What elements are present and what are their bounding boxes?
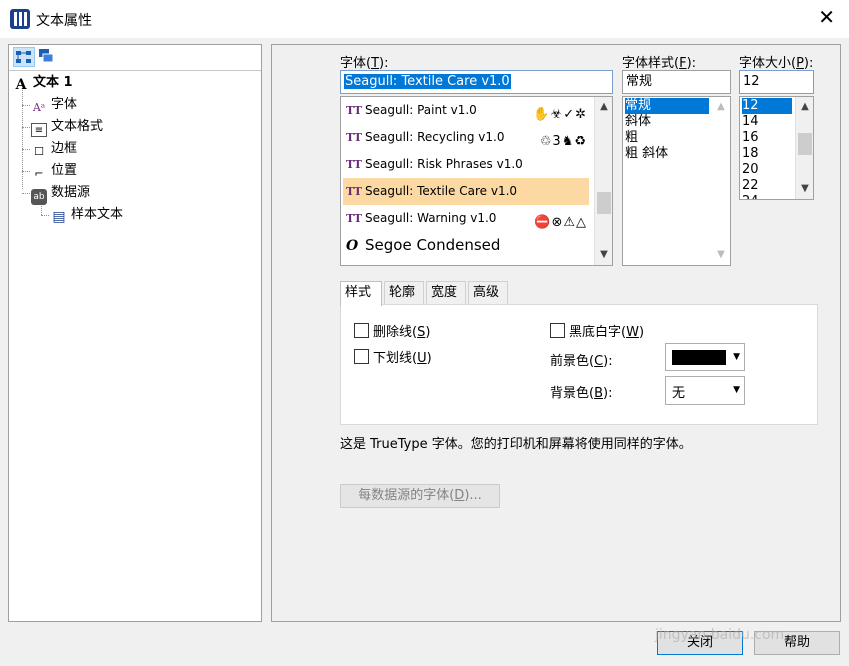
tree-item-datasource[interactable]: ab 数据源 xyxy=(31,183,91,205)
tab-outline[interactable]: 轮廓 xyxy=(384,281,424,304)
font-size-input[interactable]: 12 xyxy=(739,70,814,94)
scroll-down-icon[interactable]: ▼ xyxy=(712,247,730,263)
reverse-label[interactable]: 黑底白字(W) xyxy=(569,321,644,340)
font-list[interactable]: TT Seagull: Paint v1.0 ✋☣✓✲ TT Seagull: Rec… xyxy=(340,96,613,266)
truetype-icon: TT xyxy=(346,185,362,198)
truetype-icon: TT xyxy=(346,104,362,117)
size-option[interactable]: 18 xyxy=(742,146,759,162)
background-color-label: 背景色(B): xyxy=(550,386,613,401)
tree-item-font[interactable]: Aᵃ 字体 xyxy=(31,95,77,115)
position-icon: ⌐ xyxy=(34,167,44,180)
chevron-down-icon: ▼ xyxy=(733,352,740,362)
tree-view-icon xyxy=(16,51,31,63)
size-option[interactable]: 22 xyxy=(742,178,759,194)
font-settings-panel: 字体(T): Seagull: Textile Care v1.0 TT Seag… xyxy=(271,44,841,622)
background-color-dropdown[interactable]: 无 ▼ xyxy=(665,376,745,405)
tree-item-label: 位置 xyxy=(51,163,78,178)
truetype-icon: TT xyxy=(346,131,362,144)
scroll-down-icon[interactable]: ▼ xyxy=(796,181,813,197)
border-icon: ☐ xyxy=(34,145,44,158)
bartender-app-icon xyxy=(10,9,30,29)
size-option[interactable]: 16 xyxy=(742,130,759,146)
tree-item-label: 数据源 xyxy=(51,185,91,200)
style-tab-page: 删除线(S) 下划线(U) 黑底白字(W) 前景色(C): ▼ 背景色(B): … xyxy=(340,304,818,425)
truetype-icon: TT xyxy=(346,212,362,225)
font-list-item[interactable]: TT Seagull: Warning v1.0 ⛔⊗⚠△ xyxy=(343,205,589,232)
layers-icon xyxy=(39,49,54,63)
tab-width[interactable]: 宽度 xyxy=(426,281,466,304)
strikethrough-checkbox[interactable] xyxy=(354,323,369,338)
opentype-icon: O xyxy=(346,238,359,254)
size-option[interactable]: 20 xyxy=(742,162,759,178)
scroll-down-icon[interactable]: ▼ xyxy=(595,247,612,263)
tree-item-label: 字体 xyxy=(51,97,78,112)
tree-item-border[interactable]: ☐ 边框 xyxy=(31,139,77,159)
layers-view-button[interactable] xyxy=(37,47,59,67)
font-size-list[interactable]: 12 14 16 18 20 22 24 ▲ ▼ xyxy=(739,96,814,200)
datasource-icon: ab xyxy=(31,189,47,205)
font-name-input[interactable]: Seagull: Textile Care v1.0 xyxy=(340,70,613,94)
property-tree-panel: A 文本 1 Aᵃ 字体 ≡ 文本格式 ☐ 边框 ⌐ 位置 ab 数据源 ▤ 样本文本 xyxy=(8,44,262,622)
per-datasource-font-button[interactable]: 每数据源的字体(D)... xyxy=(340,484,500,508)
font-type-info: 这是 TrueType 字体。您的打印机和屏幕将使用同样的字体。 xyxy=(340,437,692,452)
foreground-color-label: 前景色(C): xyxy=(550,354,613,369)
reverse-checkbox[interactable] xyxy=(550,323,565,338)
style-option[interactable]: 粗 斜体 xyxy=(625,146,668,162)
text-format-icon: ≡ xyxy=(31,123,47,137)
chevron-down-icon: ▼ xyxy=(733,385,740,395)
font-size-label: 字体大小(P): xyxy=(739,56,814,71)
tree-item-label: 文本格式 xyxy=(51,119,104,134)
tree-item-sample-text[interactable]: ▤ 样本文本 xyxy=(51,205,123,225)
size-list-scrollbar[interactable]: ▲ ▼ xyxy=(795,97,813,199)
scroll-up-icon[interactable]: ▲ xyxy=(796,99,813,115)
tree-item-text-format[interactable]: ≡ 文本格式 xyxy=(31,117,103,137)
font-icon: Aᵃ xyxy=(32,101,46,114)
size-option[interactable]: 14 xyxy=(742,114,759,130)
scroll-up-icon[interactable]: ▲ xyxy=(712,99,730,115)
sample-text-icon: ▤ xyxy=(52,209,66,225)
truetype-icon: TT xyxy=(346,158,362,171)
tab-advanced[interactable]: 高级 xyxy=(468,281,508,304)
foreground-color-dropdown[interactable]: ▼ xyxy=(665,343,745,371)
font-list-item[interactable]: TT Seagull: Paint v1.0 ✋☣✓✲ xyxy=(343,97,589,124)
tree-root-text1[interactable]: A 文本 1 xyxy=(13,73,73,93)
window-title: 文本属性 xyxy=(36,13,92,29)
watermark-text: jingyan.baidu.com xyxy=(655,627,785,643)
font-list-item-selected[interactable]: TT Seagull: Textile Care v1.0 xyxy=(343,178,589,205)
background-color-value: 无 xyxy=(672,386,686,401)
font-list-item[interactable]: TT Seagull: Risk Phrases v1.0 xyxy=(343,151,589,178)
size-option[interactable]: 24 xyxy=(742,194,759,199)
scroll-up-icon[interactable]: ▲ xyxy=(595,99,612,115)
font-label: 字体(T): xyxy=(340,56,389,71)
font-list-scrollbar[interactable]: ▲ ▼ xyxy=(594,97,612,265)
font-style-input[interactable]: 常规 xyxy=(622,70,731,94)
style-option[interactable]: 斜体 xyxy=(625,114,651,130)
title-bar: 文本属性 ✕ xyxy=(0,0,849,38)
scroll-thumb[interactable] xyxy=(798,133,812,155)
tree-toolbar xyxy=(9,45,261,71)
color-swatch xyxy=(672,350,726,365)
scroll-thumb[interactable] xyxy=(597,192,611,214)
font-list-item[interactable]: TT Seagull: Recycling v1.0 ♲3♞♻ xyxy=(343,124,589,151)
tree-root-label: 文本 1 xyxy=(33,75,73,90)
font-list-item[interactable]: O Segoe Condensed xyxy=(343,232,589,259)
style-option[interactable]: 粗 xyxy=(625,130,638,146)
tree-item-label: 边框 xyxy=(51,141,78,156)
style-list-scrollbar[interactable]: ▲ ▼ xyxy=(712,97,730,265)
size-option-selected[interactable]: 12 xyxy=(742,98,792,114)
font-style-list[interactable]: 常规 斜体 粗 粗 斜体 ▲ ▼ xyxy=(622,96,731,266)
strikethrough-label[interactable]: 删除线(S) xyxy=(373,321,430,340)
style-option-selected[interactable]: 常规 xyxy=(625,98,709,114)
underline-label[interactable]: 下划线(U) xyxy=(373,347,432,366)
tree-item-label: 样本文本 xyxy=(71,207,124,222)
underline-checkbox[interactable] xyxy=(354,349,369,364)
font-style-label: 字体样式(F): xyxy=(622,56,697,71)
tab-style[interactable]: 样式 xyxy=(340,281,382,306)
tree-item-position[interactable]: ⌐ 位置 xyxy=(31,161,77,181)
text-object-icon: A xyxy=(15,77,27,93)
close-window-icon[interactable]: ✕ xyxy=(818,6,835,28)
tree-view-button[interactable] xyxy=(13,47,35,67)
